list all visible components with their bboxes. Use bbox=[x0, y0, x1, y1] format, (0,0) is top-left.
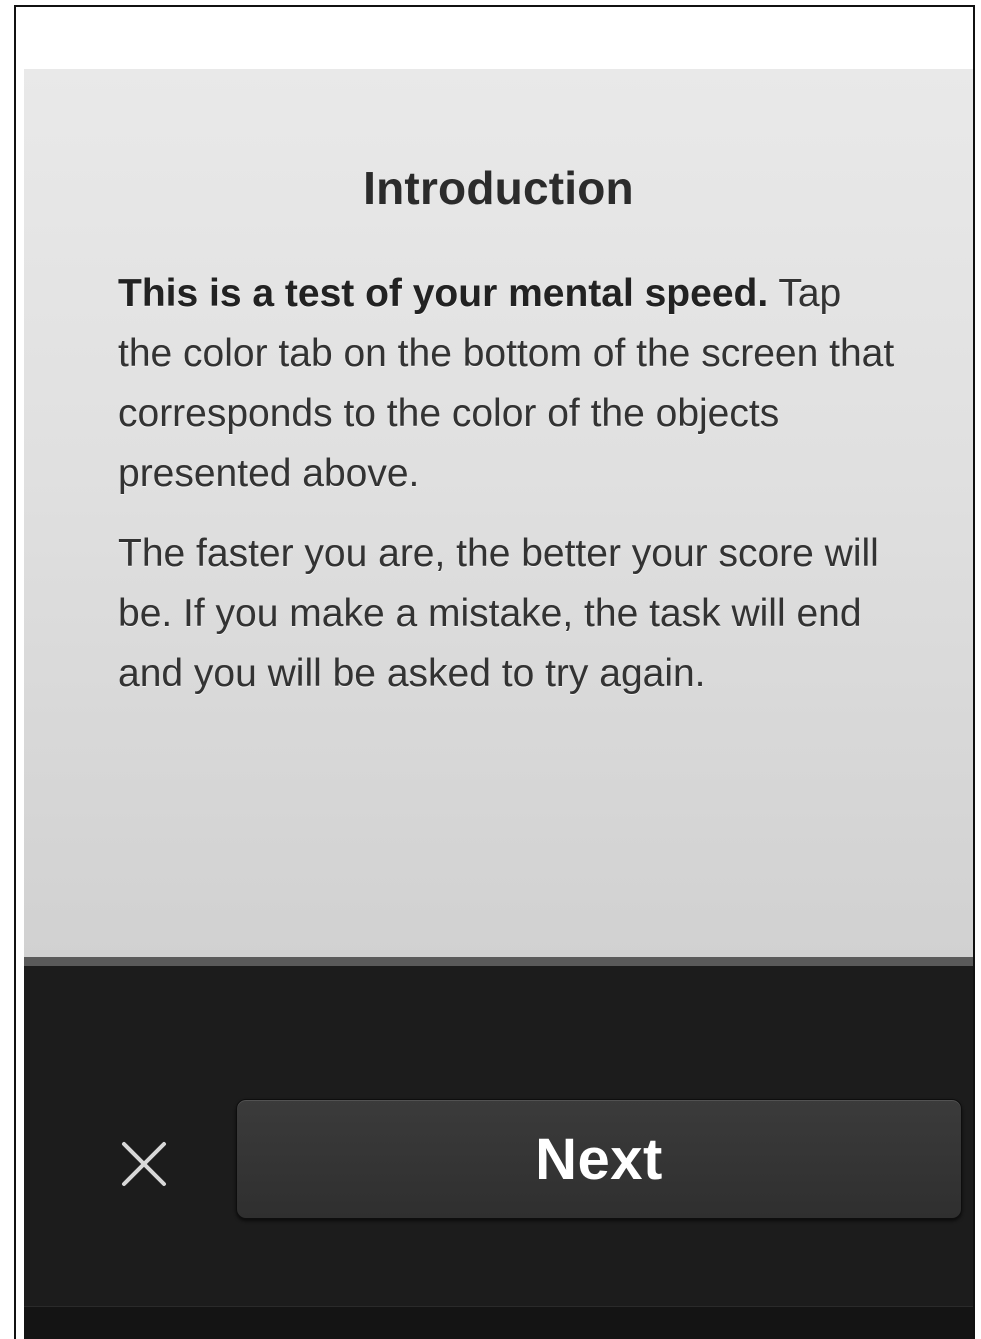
toolbar-bottom-strip bbox=[24, 1306, 973, 1339]
page-title: Introduction bbox=[363, 162, 634, 214]
lead-sentence: This is a test of your mental speed. bbox=[118, 272, 769, 315]
next-button-label: Next bbox=[535, 1126, 663, 1192]
close-button[interactable] bbox=[114, 1134, 174, 1194]
instruction-paragraph-2: The faster you are, the better your scor… bbox=[118, 532, 879, 695]
introduction-card: Introduction This is a test of your ment… bbox=[24, 69, 973, 959]
instructions: This is a test of your mental speed. Tap… bbox=[118, 264, 898, 724]
close-icon bbox=[114, 1134, 174, 1194]
instruction-paragraph-1: This is a test of your mental speed. Tap… bbox=[118, 264, 898, 504]
app-frame: Introduction This is a test of your ment… bbox=[14, 5, 975, 1339]
next-button[interactable]: Next bbox=[236, 1099, 962, 1219]
bottom-toolbar: Next bbox=[24, 957, 973, 1339]
